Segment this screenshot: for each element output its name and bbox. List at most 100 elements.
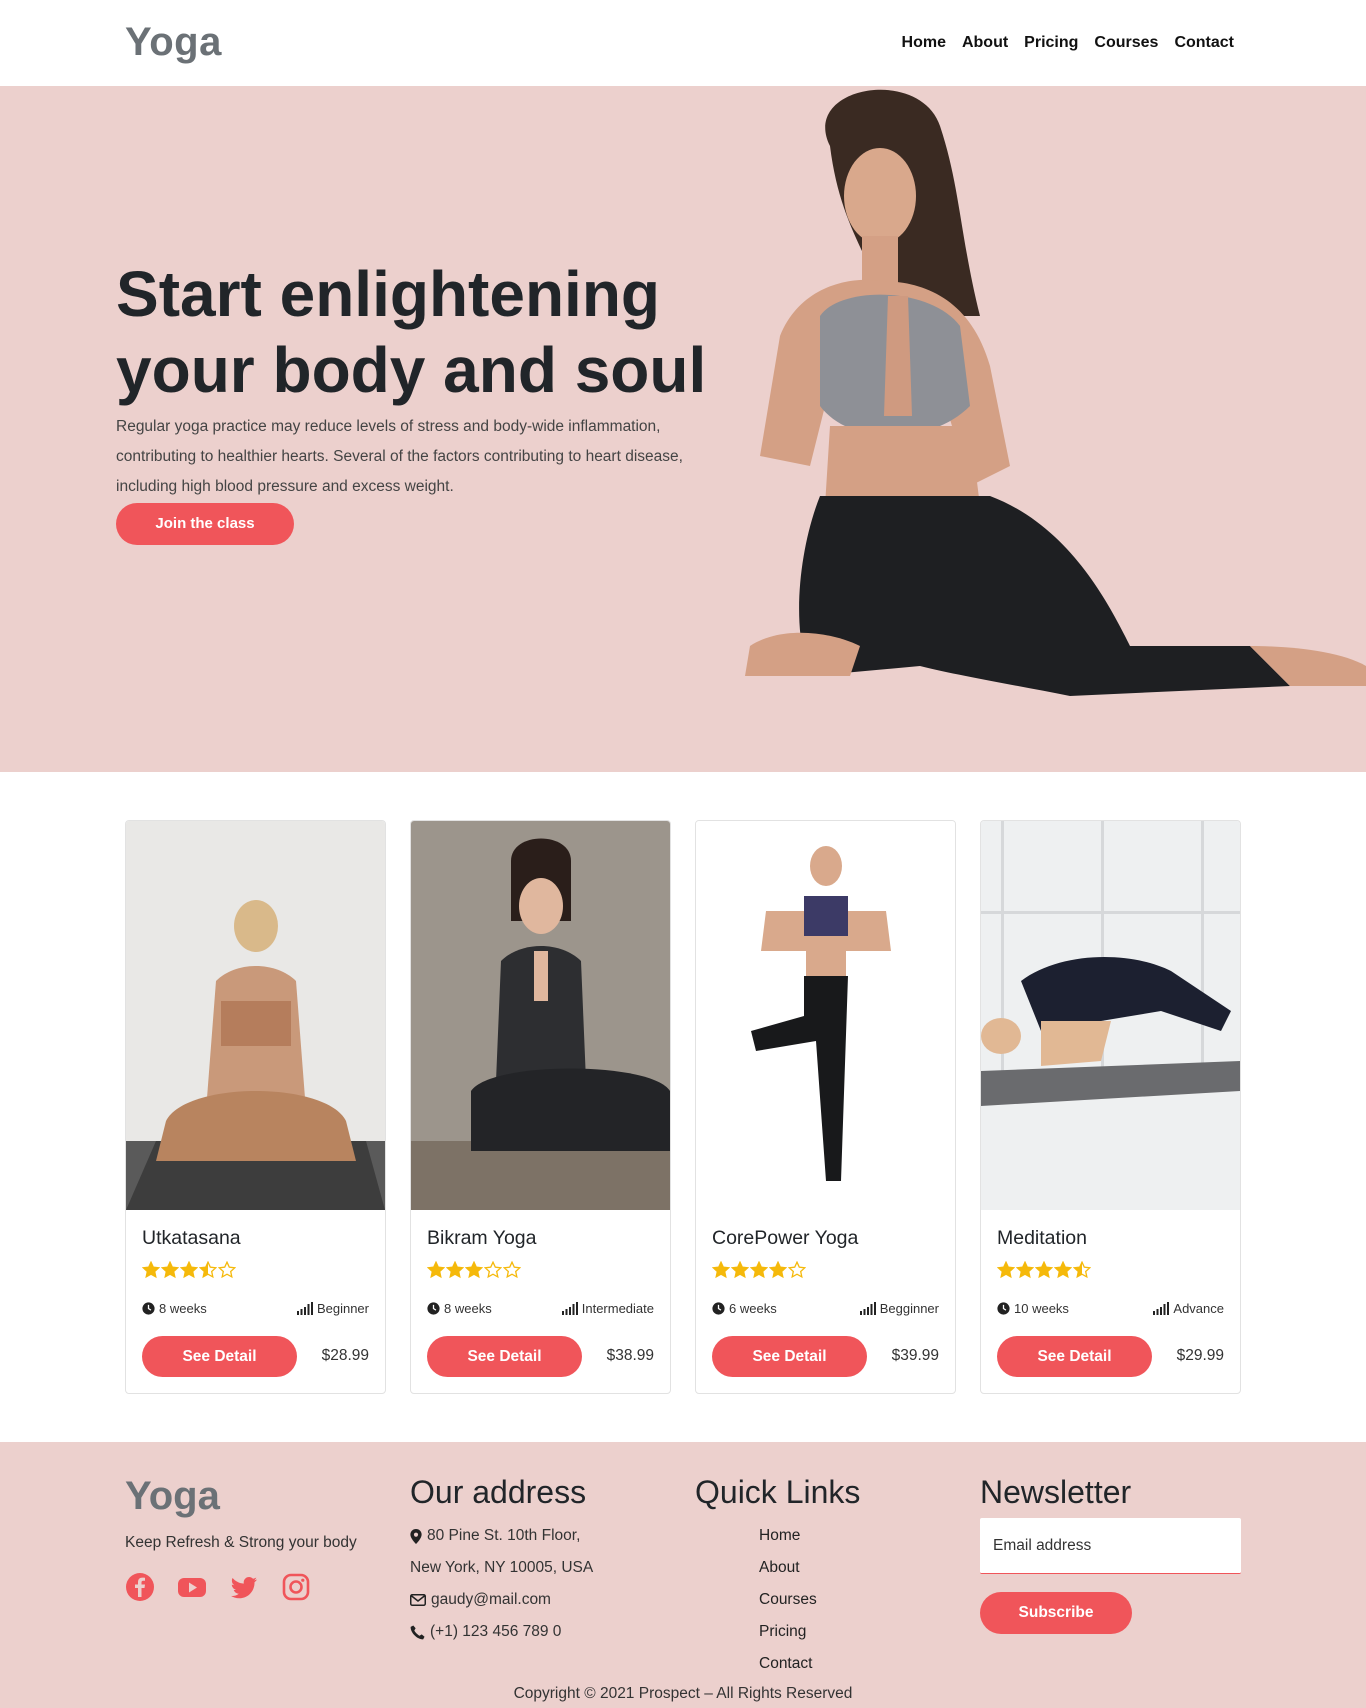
address-heading: Our address [410,1474,587,1510]
hero-title: Start enlightening your body and soul [116,256,716,408]
nav-contact[interactable]: Contact [1174,34,1234,52]
course-image-meditation [981,821,1240,1210]
course-duration: 8 weeks [142,1301,207,1316]
course-level: Intermediate [561,1301,654,1316]
envelope-icon [410,1594,426,1606]
course-card: CorePower Yoga 6 weeks Begginner See Det… [695,820,956,1394]
course-level: Advance [1153,1301,1224,1316]
course-card: Utkatasana 8 weeks Beginner See Detail $… [125,820,386,1394]
footer-link-home[interactable]: Home [759,1520,817,1552]
star-icon [161,1261,179,1279]
hero-yoga-woman-image [745,89,1366,696]
star-icon [997,1261,1015,1279]
instagram-icon[interactable] [281,1572,311,1602]
duration-text: 6 weeks [729,1301,777,1316]
course-duration: 6 weeks [712,1301,777,1316]
course-rating [142,1261,236,1279]
signal-icon [1153,1302,1170,1315]
signal-icon [296,1302,313,1315]
star-icon [503,1261,521,1279]
star-icon [1016,1261,1034,1279]
email-text[interactable]: gaudy@mail.com [431,1584,551,1616]
footer-logo[interactable]: Yoga [125,1474,220,1519]
nav-courses[interactable]: Courses [1094,34,1158,52]
phone-row: (+1) 123 456 789 0 [410,1616,593,1648]
phone-icon [410,1624,425,1639]
quick-links-heading: Quick Links [695,1474,861,1510]
footer-link-courses[interactable]: Courses [759,1584,817,1616]
level-text: Begginner [879,1301,939,1316]
duration-text: 8 weeks [159,1301,207,1316]
site-logo[interactable]: Yoga [125,20,222,65]
course-card: Meditation 10 weeks Advance See Detail $… [980,820,1241,1394]
nav-about[interactable]: About [962,34,1008,52]
course-duration: 10 weeks [997,1301,1069,1316]
hero-description: Regular yoga practice may reduce levels … [116,418,683,495]
site-footer: Yoga Keep Refresh & Strong your body Our… [0,1442,1366,1708]
map-pin-icon [410,1528,422,1544]
nav-pricing[interactable]: Pricing [1024,34,1078,52]
top-navbar: Yoga Home About Pricing Courses Contact [0,0,1366,86]
course-image-bikram-yoga [411,821,670,1210]
clock-icon [427,1302,440,1315]
course-title: Bikram Yoga [427,1227,537,1249]
course-image-corepower-yoga [696,821,955,1210]
star-icon [769,1261,787,1279]
address-line-2-text: New York, NY 10005, USA [410,1559,594,1576]
course-duration: 8 weeks [427,1301,492,1316]
course-price: $38.99 [606,1347,654,1364]
see-detail-button[interactable]: See Detail [997,1336,1152,1377]
course-meta: 8 weeks Beginner [142,1301,369,1319]
footer-link-pricing[interactable]: Pricing [759,1616,817,1648]
youtube-icon[interactable] [177,1572,207,1602]
course-meta: 10 weeks Advance [997,1301,1224,1319]
footer-link-contact[interactable]: Contact [759,1648,817,1680]
quick-links: Home About Courses Pricing Contact [759,1520,817,1680]
star-icon [712,1261,730,1279]
hero-title-line1: Start enlightening [116,258,660,330]
star-icon [446,1261,464,1279]
star-icon [218,1261,236,1279]
address-block: 80 Pine St. 10th Floor, New York, NY 100… [410,1520,593,1648]
facebook-icon[interactable] [125,1572,155,1602]
clock-icon [712,1302,725,1315]
nav-home[interactable]: Home [902,34,946,52]
phone-text[interactable]: (+1) 123 456 789 0 [430,1616,561,1648]
star-icon [750,1261,768,1279]
star-icon [1054,1261,1072,1279]
course-title: Meditation [997,1227,1087,1249]
see-detail-button[interactable]: See Detail [712,1336,867,1377]
star-icon [142,1261,160,1279]
twitter-icon[interactable] [229,1572,259,1602]
course-meta: 6 weeks Begginner [712,1301,939,1319]
course-title: Utkatasana [142,1227,241,1249]
clock-icon [142,1302,155,1315]
star-icon [788,1261,806,1279]
duration-text: 10 weeks [1014,1301,1069,1316]
level-text: Beginner [316,1301,369,1316]
hero-section: Start enlightening your body and soul Re… [0,86,1366,772]
footer-link-about[interactable]: About [759,1552,817,1584]
star-icon [465,1261,483,1279]
course-meta: 8 weeks Intermediate [427,1301,654,1319]
newsletter-email-input[interactable] [980,1518,1241,1574]
star-icon [731,1261,749,1279]
course-level: Begginner [859,1301,939,1316]
hero-title-line2: your body and soul [116,334,707,406]
see-detail-button[interactable]: See Detail [427,1336,582,1377]
see-detail-button[interactable]: See Detail [142,1336,297,1377]
main-menu: Home About Pricing Courses Contact [902,34,1234,52]
copyright: Copyright © 2021 Prospect – All Rights R… [513,1685,853,1702]
course-cards: Utkatasana 8 weeks Beginner See Detail $… [125,820,1241,1394]
address-line-1-text: 80 Pine St. 10th Floor, [427,1527,581,1544]
join-class-button[interactable]: Join the class [116,503,294,545]
signal-icon [859,1302,876,1315]
subscribe-button[interactable]: Subscribe [980,1592,1132,1634]
course-card: Bikram Yoga 8 weeks Intermediate See Det… [410,820,671,1394]
course-price: $28.99 [321,1347,369,1364]
signal-icon [561,1302,578,1315]
course-title: CorePower Yoga [712,1227,859,1249]
address-line-2: New York, NY 10005, USA [410,1552,593,1584]
duration-text: 8 weeks [444,1301,492,1316]
address-line-1: 80 Pine St. 10th Floor, [410,1520,593,1552]
